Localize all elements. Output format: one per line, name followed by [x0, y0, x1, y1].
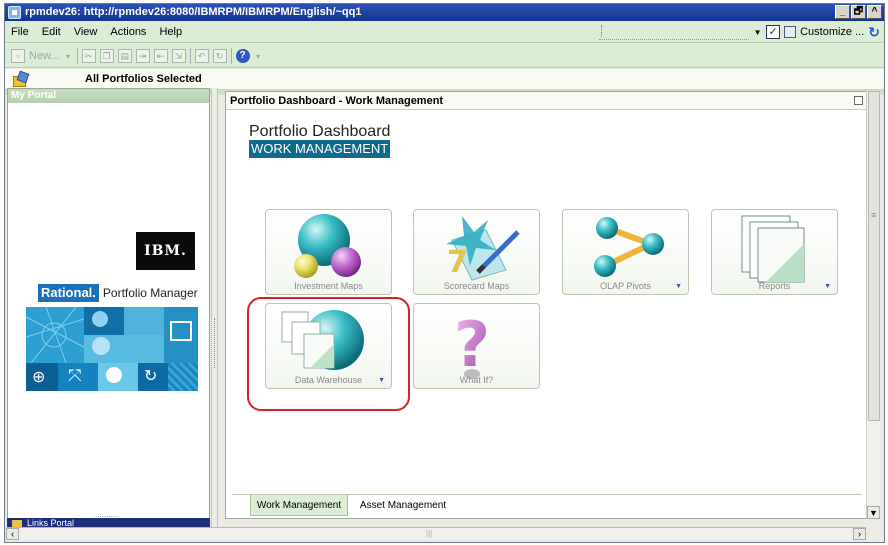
collapse-button[interactable]: ^ [867, 5, 882, 19]
mosaic-circle [106, 367, 122, 383]
expand-icon: ⤧ [68, 366, 82, 385]
customize-field[interactable] [599, 24, 750, 40]
dropdown-arrow-icon[interactable]: ▼ [753, 27, 762, 38]
tile-label: OLAP Pivots [600, 281, 651, 291]
tile-label: Investment Maps [294, 281, 363, 291]
tile-what-if[interactable]: ? What If? [413, 303, 540, 389]
menu-edit[interactable]: Edit [42, 26, 61, 38]
new-button[interactable]: New... [29, 50, 60, 62]
highlight-annotation [247, 297, 410, 411]
scroll-down-arrow-icon[interactable]: ▼ [867, 506, 880, 519]
mosaic-tile [168, 363, 198, 391]
product-name: Portfolio Manager [102, 286, 198, 300]
page-subtitle: WORK MANAGEMENT [249, 140, 391, 158]
scrollbar-thumb[interactable] [868, 91, 880, 421]
tile-label: Reports [758, 281, 791, 291]
panel-grip[interactable]: .......... [95, 510, 117, 519]
outdent-icon[interactable]: ⇤ [153, 49, 168, 63]
window-icon[interactable] [784, 26, 797, 38]
mosaic-circle [92, 311, 108, 327]
copy-icon[interactable]: ❐ [99, 49, 114, 63]
help-icon[interactable]: ? [235, 49, 250, 63]
menu-help[interactable]: Help [159, 26, 182, 38]
redo-icon[interactable]: ↻ [212, 49, 227, 63]
dashboard-header-title: Portfolio Dashboard - Work Management [230, 95, 444, 107]
maximize-icon[interactable] [854, 96, 863, 105]
customize-button[interactable]: Customize ... [800, 26, 864, 38]
field-grip [601, 25, 603, 37]
tile-label: What If? [459, 375, 494, 385]
pane-splitter[interactable] [211, 88, 218, 529]
menu-view[interactable]: View [74, 26, 98, 38]
menu-file[interactable]: File [11, 26, 29, 38]
tile-label: Scorecard Maps [443, 281, 510, 291]
splitter-grip[interactable] [214, 318, 216, 368]
portfolio-icon[interactable] [13, 72, 28, 87]
window-title: rpmdev26: http://rpmdev26:8080/IBMRPM/IB… [25, 6, 362, 18]
separator [230, 48, 232, 64]
app-icon [8, 6, 21, 19]
cut-icon[interactable]: ✂ [81, 49, 96, 63]
help-dropdown-icon[interactable]: ▾ [254, 51, 263, 62]
tile-olap-pivots[interactable]: OLAP Pivots ▼ [562, 209, 689, 295]
menu-bar: File Edit View Actions Help ▼ ✓ Customiz… [5, 21, 884, 43]
tile-dropdown-icon[interactable]: ▼ [675, 283, 682, 290]
ibm-logo: IBM. [136, 232, 195, 270]
network-graphic [26, 307, 84, 363]
toolbar-buttons: ▫ New... ▾ ✂ ❐ ▤ ⇥ ⇤ ⇲ ↶ ↻ ? ▾ [11, 48, 263, 64]
svg-text:7: 7 [447, 245, 468, 280]
tile-investment-maps[interactable]: Investment Maps [265, 209, 392, 295]
move-icon[interactable]: ⇲ [171, 49, 186, 63]
separator [189, 48, 191, 64]
new-dropdown-icon[interactable]: ▾ [64, 51, 73, 62]
my-portal-panel: My Portal IBM. Rational. Portfolio Manag… [7, 88, 210, 520]
product-banner-image: ⊕ ⤧ ↻ [26, 307, 198, 391]
tile-dropdown-icon[interactable]: ▼ [824, 283, 831, 290]
toolbar: ▫ New... ▾ ✂ ❐ ▤ ⇥ ⇤ ⇲ ↶ ↻ ? ▾ [5, 44, 884, 68]
product-logo: Rational. Portfolio Manager [38, 283, 198, 303]
globe-icon: ⊕ [32, 369, 46, 386]
horizontal-scrollbar[interactable]: ‹ ||| › [6, 527, 866, 540]
refresh-icon[interactable]: ↻ [868, 24, 880, 41]
separator [76, 48, 78, 64]
mosaic-circle [92, 337, 110, 355]
tile-scorecard-maps[interactable]: 7 Scorecard Maps [413, 209, 540, 295]
scroll-right-arrow-icon[interactable]: › [853, 528, 866, 540]
undo-icon[interactable]: ↶ [194, 49, 209, 63]
title-bar: rpmdev26: http://rpmdev26:8080/IBMRPM/IB… [5, 4, 884, 21]
window-controls: _ 🗗 ^ [835, 5, 882, 19]
page-title: Portfolio Dashboard [249, 123, 391, 140]
rational-brand: Rational. [38, 284, 99, 302]
cycle-icon: ↻ [144, 368, 158, 385]
checkbox-checked[interactable]: ✓ [766, 25, 781, 39]
customize-area: ▼ ✓ Customize ... ↻ [599, 23, 880, 41]
dashboard-tabs: Work Management Asset Management [232, 494, 862, 516]
my-portal-header: My Portal [8, 89, 209, 103]
tile-reports[interactable]: Reports ▼ [711, 209, 838, 295]
tab-work-management[interactable]: Work Management [250, 495, 348, 516]
tab-asset-management[interactable]: Asset Management [354, 495, 452, 516]
menu-list: File Edit View Actions Help [11, 26, 182, 38]
scrollbar-grip[interactable]: ||| [426, 529, 432, 538]
dashboard-header: Portfolio Dashboard - Work Management [226, 92, 866, 110]
paste-icon[interactable]: ▤ [117, 49, 132, 63]
scroll-left-arrow-icon[interactable]: ‹ [6, 528, 19, 540]
chart-icon [170, 321, 192, 341]
menu-actions[interactable]: Actions [110, 26, 146, 38]
restore-button[interactable]: 🗗 [851, 5, 866, 19]
mosaic-tile [124, 307, 164, 335]
minimize-button[interactable]: _ [835, 5, 850, 19]
new-doc-icon: ▫ [11, 49, 25, 63]
vertical-scrollbar[interactable]: ▼ [866, 91, 880, 519]
indent-icon[interactable]: ⇥ [135, 49, 150, 63]
portfolio-selection-label: All Portfolios Selected [85, 73, 202, 85]
portfolio-bar: All Portfolios Selected [5, 69, 884, 90]
